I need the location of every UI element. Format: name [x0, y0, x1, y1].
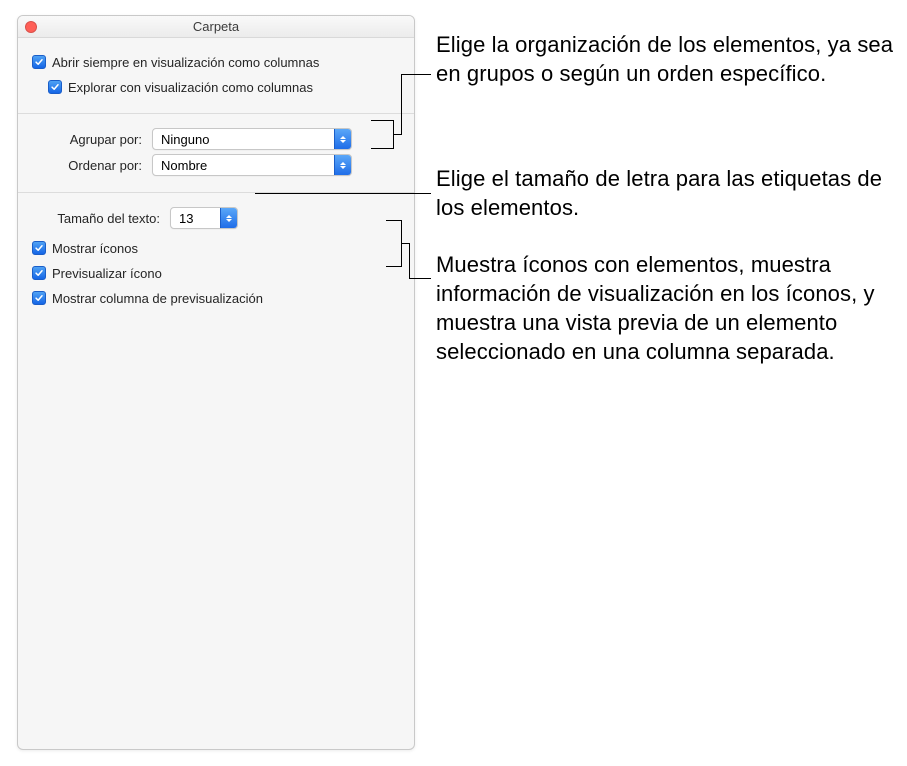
- select-text-size[interactable]: 13: [170, 207, 238, 229]
- preferences-window: Carpeta Abrir siempre en visualización c…: [17, 15, 415, 750]
- callout-text-icons: Muestra íconos con elementos, muestra in…: [436, 250, 901, 366]
- section-arrange: Agrupar por: Ninguno Ordenar por: Nombre: [18, 114, 414, 193]
- select-sort-by[interactable]: Nombre: [152, 154, 352, 176]
- select-text-size-value: 13: [171, 211, 220, 226]
- stepper-icon: [334, 155, 351, 175]
- window-title: Carpeta: [193, 19, 239, 34]
- label-always-open-columns: Abrir siempre en visualización como colu…: [52, 55, 319, 70]
- label-group-by: Agrupar por:: [32, 132, 152, 147]
- checkbox-always-open-columns[interactable]: [32, 55, 46, 69]
- close-button[interactable]: [25, 21, 37, 33]
- select-group-by[interactable]: Ninguno: [152, 128, 352, 150]
- section-text: Tamaño del texto: 13 Mostrar íconos Prev…: [18, 193, 414, 324]
- checkbox-show-icons[interactable]: [32, 241, 46, 255]
- callout-text-textsize: Elige el tamaño de letra para las etique…: [436, 164, 896, 222]
- checkbox-preview-icon[interactable]: [32, 266, 46, 280]
- callout-text-arrange: Elige la organización de los elementos, …: [436, 30, 896, 88]
- checkbox-show-preview-column[interactable]: [32, 291, 46, 305]
- stepper-icon: [334, 129, 351, 149]
- section-view-mode: Abrir siempre en visualización como colu…: [18, 38, 414, 114]
- label-text-size: Tamaño del texto:: [32, 211, 170, 226]
- checkbox-browse-columns[interactable]: [48, 80, 62, 94]
- label-sort-by: Ordenar por:: [32, 158, 152, 173]
- label-show-icons: Mostrar íconos: [52, 241, 138, 256]
- select-group-by-value: Ninguno: [153, 132, 334, 147]
- select-sort-by-value: Nombre: [153, 158, 334, 173]
- label-preview-icon: Previsualizar ícono: [52, 266, 162, 281]
- label-browse-columns: Explorar con visualización como columnas: [68, 80, 313, 95]
- stepper-icon: [220, 208, 237, 228]
- titlebar: Carpeta: [18, 16, 414, 38]
- label-show-preview-column: Mostrar columna de previsualización: [52, 291, 263, 306]
